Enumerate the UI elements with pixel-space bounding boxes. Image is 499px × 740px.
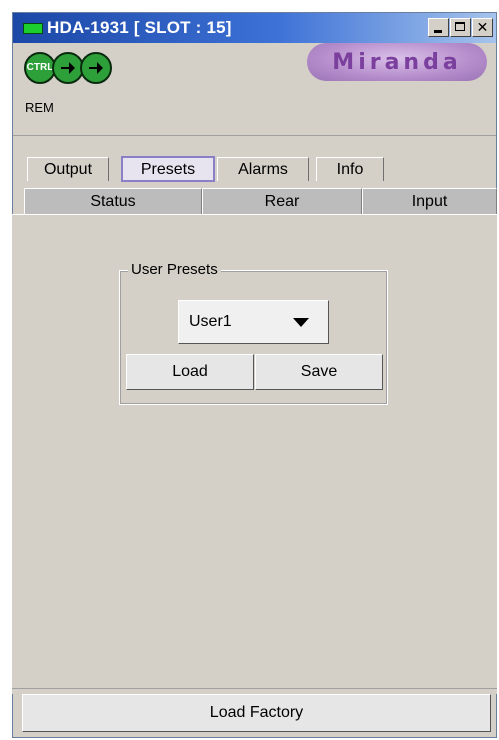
logo-text: Miranda xyxy=(332,50,462,75)
tab-row-secondary: Status Rear Input xyxy=(12,188,497,214)
tab-presets[interactable]: Presets xyxy=(121,156,215,182)
group-title: User Presets xyxy=(128,261,221,278)
tab-alarms[interactable]: Alarms xyxy=(217,157,309,181)
user-presets-group: User Presets User1 Load Save xyxy=(119,261,388,405)
tab-status[interactable]: Status xyxy=(24,188,202,214)
minimize-button[interactable] xyxy=(428,18,449,37)
chevron-down-icon xyxy=(293,318,309,327)
arrow-right-icon[interactable] xyxy=(80,52,112,84)
preset-select[interactable]: User1 xyxy=(178,300,329,344)
preset-selected-value: User1 xyxy=(189,313,232,330)
load-factory-button[interactable]: Load Factory xyxy=(22,694,491,732)
tab-rear[interactable]: Rear xyxy=(202,188,362,214)
load-button[interactable]: Load xyxy=(126,354,254,390)
title-bar[interactable]: HDA-1931 [ SLOT : 15] ✕ xyxy=(13,13,496,43)
maximize-button[interactable] xyxy=(450,18,471,37)
tab-output[interactable]: Output xyxy=(27,157,109,181)
tab-info[interactable]: Info xyxy=(316,157,384,181)
save-button[interactable]: Save xyxy=(255,354,383,390)
tab-input[interactable]: Input xyxy=(362,188,497,214)
miranda-logo: Miranda xyxy=(307,43,487,81)
rem-label: REM xyxy=(25,100,54,115)
status-led-icon xyxy=(23,23,43,34)
presets-panel: User Presets User1 Load Save xyxy=(12,214,497,688)
close-button[interactable]: ✕ xyxy=(472,18,493,37)
window-title: HDA-1931 [ SLOT : 15] xyxy=(47,18,232,37)
